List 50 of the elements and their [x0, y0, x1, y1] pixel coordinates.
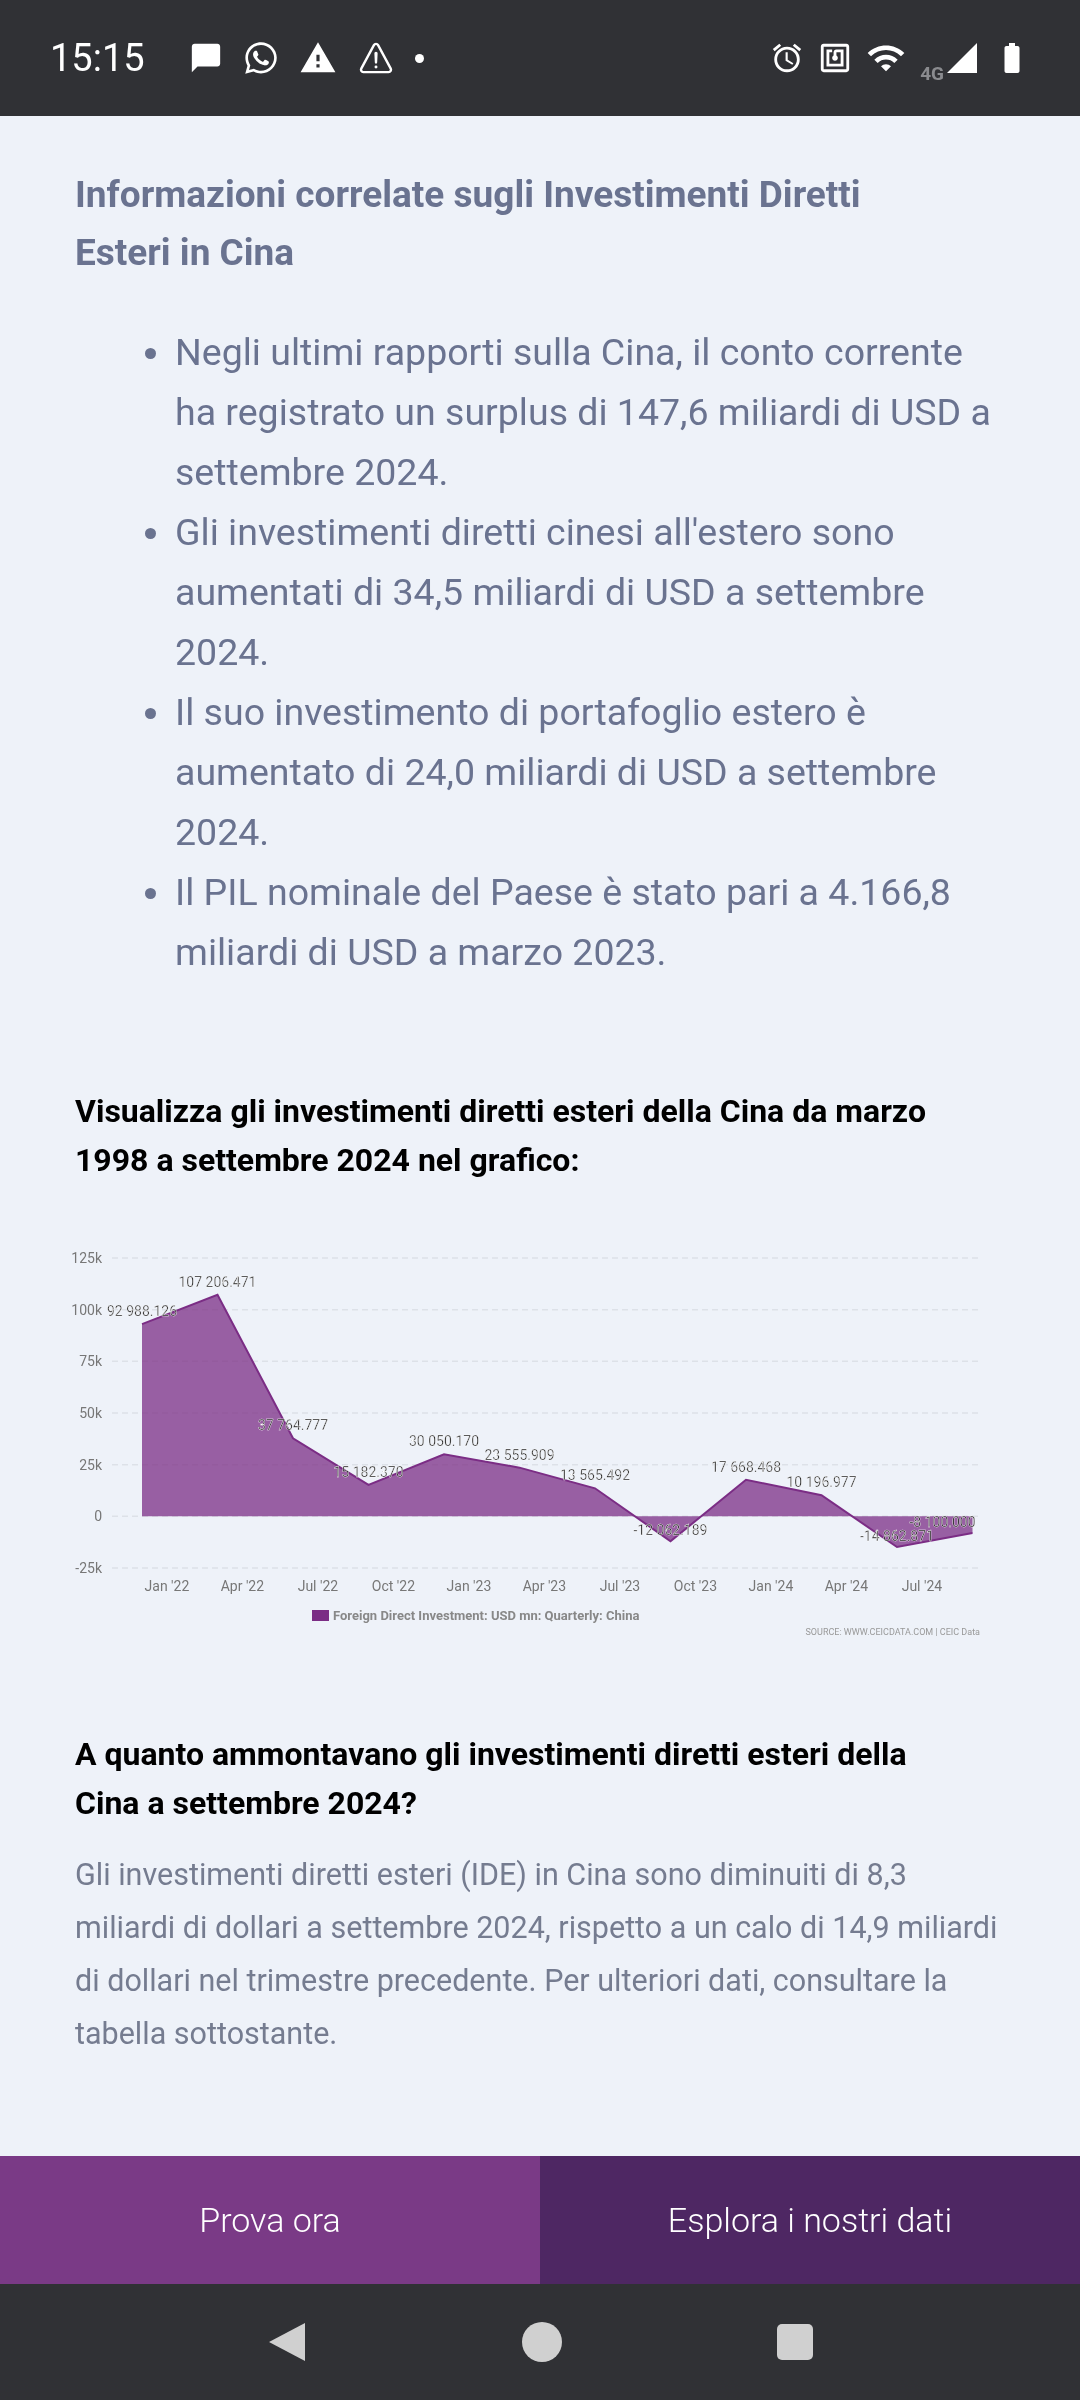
home-icon[interactable]	[522, 2322, 562, 2362]
source-text: SOURCE: WWW.CEICDATA.COM | CEIC Data	[805, 1627, 980, 1637]
axis-label: Jul '24	[901, 1578, 943, 1594]
legend-label: Foreign Direct Investment: USD mn: Quarterly: China	[333, 1608, 640, 1623]
axis-label: 0	[94, 1508, 102, 1525]
answer-text: Gli investimenti diretti esteri (IDE) in Cina sono diminuiti di 8,3 miliardi di dollari a settembre 2024, rispetto a un calo di 14,9 miliardi di dollari nel trimestre precedente. Per ulteriori dati, consultare la tabella sottostante.	[75, 1856, 999, 2053]
clock: 15:15	[50, 34, 145, 82]
axis-label: 25k	[79, 1456, 102, 1473]
recents-icon[interactable]	[776, 2324, 813, 2360]
chart-title: Visualizza gli investimenti diretti esteri della Cina da marzo 1998 a settembre 2024 nel grafico:	[75, 1091, 927, 1181]
data-label: 30 050.170	[408, 1433, 480, 1450]
data-label: 92 988.126	[106, 1303, 178, 1320]
axis-label: 100k	[71, 1301, 102, 1318]
axis-label: Jul '22	[297, 1578, 339, 1594]
axis-label: -25k	[75, 1560, 102, 1576]
axis-label: 75k	[79, 1353, 102, 1370]
bullet-icon	[145, 708, 156, 719]
data-label: 15 182.370	[333, 1463, 404, 1480]
question-title: A quanto ammontavano gli investimenti diretti esteri della Cina a settembre 2024?	[75, 1734, 908, 1824]
bullet-item: Il suo investimento di portafoglio estero è aumentato di 24,0 miliardi di USD a settembre 2024.	[175, 682, 995, 862]
data-label: 23 555.909	[484, 1446, 555, 1463]
action-button[interactable]: Prova ora	[0, 2156, 540, 2284]
bullet-icon	[145, 888, 156, 899]
data-label: 107 206.471	[178, 1273, 257, 1290]
axis-label: Apr '24	[824, 1578, 869, 1594]
whatsapp-icon	[242, 40, 279, 76]
legend-swatch	[312, 1610, 329, 1621]
axis-label: Jul '23	[599, 1578, 641, 1594]
data-label: 10 196.977	[786, 1474, 857, 1491]
data-label: 17 668.468	[710, 1458, 782, 1475]
data-label: 13 565.492	[559, 1467, 631, 1484]
axis-label: Jan '22	[144, 1578, 190, 1594]
network-label: 4G	[920, 60, 944, 87]
bullet-icon	[145, 528, 156, 539]
axis-label: Apr '22	[220, 1578, 265, 1594]
axis-label: Oct '23	[673, 1578, 717, 1594]
bullet-item: Il PIL nominale del Paese è stato pari a 4.166,8 miliardi di USD a marzo 2023.	[175, 862, 995, 982]
bullet-item: Gli investimenti diretti cinesi all'estero sono aumentati di 34,5 miliardi di USD a settembre 2024.	[175, 502, 995, 682]
back-icon[interactable]	[267, 2321, 308, 2363]
axis-label: Oct '22	[371, 1578, 415, 1594]
bullet-item: Negli ultimi rapporti sulla Cina, il conto corrente ha registrato un surplus di 147,6 miliardi di USD a settembre 2024.	[175, 322, 995, 502]
axis-label: 125k	[71, 1250, 102, 1266]
bullet-icon	[145, 348, 156, 359]
axis-label: Jan '23	[446, 1578, 492, 1594]
section-title: Informazioni correlate sugli Investimenti Diretti Esteri in Cina	[75, 172, 862, 276]
axis-label: 50k	[79, 1405, 102, 1421]
action-button[interactable]: Esplora i nostri dati	[540, 2156, 1080, 2284]
axis-label: Jan '24	[748, 1578, 794, 1594]
data-label: -14 862.871	[860, 1528, 934, 1545]
axis-label: Apr '23	[522, 1578, 567, 1594]
